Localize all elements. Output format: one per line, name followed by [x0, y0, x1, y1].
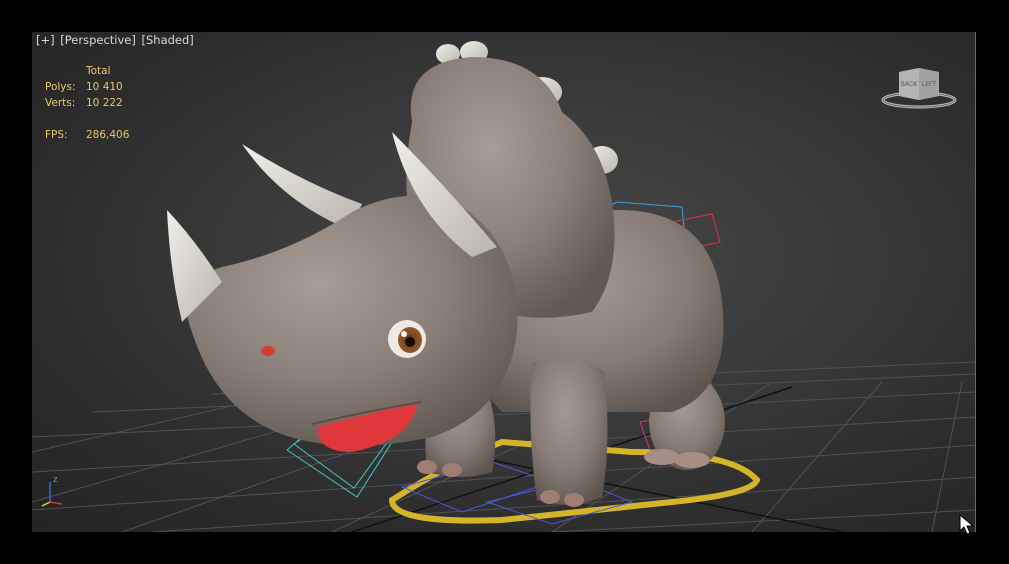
stats-total-label: Total — [86, 65, 111, 77]
viewport-plus-menu[interactable]: [+] — [36, 33, 55, 47]
viewcube-face-left: LEFT — [922, 81, 936, 88]
mouse-cursor-icon — [959, 514, 975, 535]
viewport-pov-menu[interactable]: [Perspective] — [60, 33, 136, 47]
viewcube-icon[interactable]: BACK LEFT — [881, 66, 957, 110]
stats-verts-label: Verts: — [45, 97, 76, 109]
stats-polys-label: Polys: — [45, 81, 76, 93]
viewport-statistics: Total Polys: 10 410 Verts: 10 222 FPS: 2… — [45, 63, 129, 143]
perspective-viewport[interactable]: [+] [Perspective] [Shaded] Total Polys: … — [32, 32, 976, 532]
axis-tripod-icon: z — [41, 475, 63, 507]
viewcube-face-back: BACK — [901, 81, 918, 88]
viewport-scene[interactable] — [32, 32, 976, 532]
stats-fps-label: FPS: — [45, 129, 68, 141]
stats-polys-value: 10 410 — [86, 81, 123, 93]
stats-fps-value: 286,406 — [86, 129, 130, 141]
axis-z-label: z — [53, 475, 58, 485]
stats-verts-value: 10 222 — [86, 97, 123, 109]
viewport-shading-menu[interactable]: [Shaded] — [142, 33, 194, 47]
viewport-label-menu[interactable]: [+] [Perspective] [Shaded] — [36, 33, 196, 47]
